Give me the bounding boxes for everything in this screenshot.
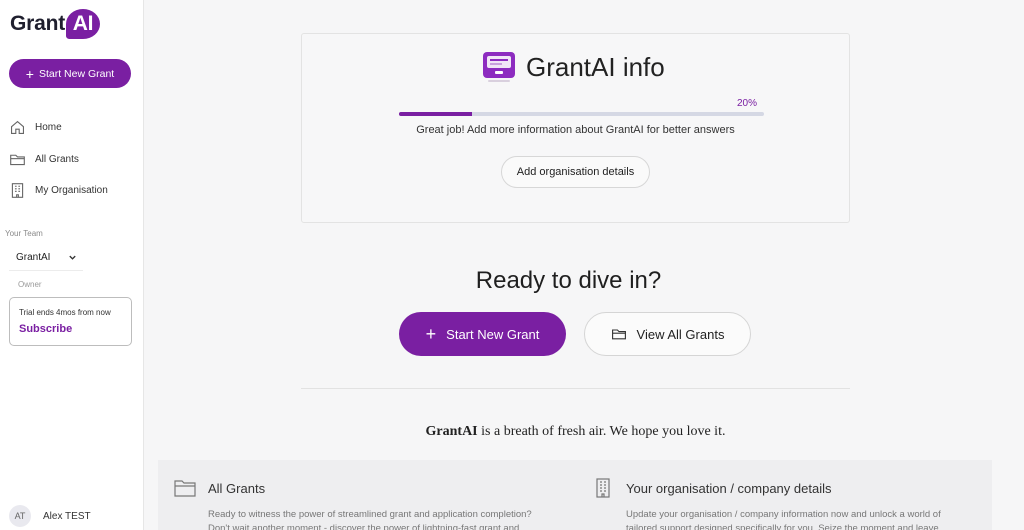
plus-icon: +: [25, 65, 34, 82]
tagline-text: is a breath of fresh air. We hope you lo…: [477, 424, 726, 439]
progress-message: Great job! Add more information about Gr…: [416, 124, 735, 136]
feature-all-grants[interactable]: All Grants Ready to witness the power of…: [174, 478, 544, 530]
feature-description: Ready to witness the power of streamline…: [208, 509, 532, 530]
feature-description: Update your organisation / company infor…: [626, 509, 941, 530]
plus-icon: +: [425, 324, 437, 344]
avatar: AT: [9, 505, 31, 527]
folder-icon: [174, 480, 196, 497]
progress-bar: [399, 112, 764, 116]
divider: [301, 388, 850, 389]
feature-organisation-details[interactable]: Your organisation / company details Upda…: [592, 478, 962, 530]
info-title: GrantAI info: [526, 51, 665, 82]
sidebar-start-new-grant-button[interactable]: + Start New Grant: [9, 59, 131, 88]
start-new-grant-label: Start New Grant: [446, 326, 540, 342]
subscribe-link[interactable]: Subscribe: [19, 323, 122, 335]
page-headline: Ready to dive in?: [475, 267, 662, 294]
team-select[interactable]: GrantAI: [9, 245, 83, 271]
feature-title: Your organisation / company details: [626, 480, 832, 496]
home-icon: [10, 121, 25, 135]
features-panel: All Grants Ready to witness the power of…: [158, 460, 992, 530]
view-all-grants-label: View All Grants: [636, 326, 725, 342]
sidebar-item-label: My Organisation: [35, 185, 108, 197]
sidebar-item-all-grants[interactable]: All Grants: [9, 144, 139, 176]
sidebar-item-label: Home: [35, 122, 62, 134]
sidebar-item-my-organisation[interactable]: My Organisation: [9, 175, 139, 207]
grantai-badge-icon: [483, 52, 515, 82]
logo-text: Grant: [10, 12, 66, 35]
org-info-card: GrantAI info 20% Great job! Add more inf…: [301, 33, 850, 223]
sidebar: Grant AI + Start New Grant Home All Grant…: [0, 0, 144, 530]
building-icon: [11, 183, 24, 199]
info-title-row: GrantAI info: [482, 51, 665, 83]
sidebar-item-home[interactable]: Home: [9, 112, 139, 144]
team-select-value: GrantAI: [16, 252, 51, 263]
building-icon: [596, 478, 610, 498]
sidebar-nav: Home All Grants My Organisation: [9, 112, 139, 207]
view-all-grants-button[interactable]: View All Grants: [584, 312, 751, 356]
user-name: Alex TEST: [43, 510, 91, 522]
sidebar-item-label: All Grants: [35, 153, 79, 165]
progress-fill: [399, 112, 472, 116]
logo-accent: AI: [66, 9, 101, 39]
progress-percent: 20%: [736, 98, 757, 109]
chevron-down-icon: [69, 255, 76, 260]
sidebar-start-label: Start New Grant: [38, 67, 115, 80]
team-role: Owner: [18, 280, 42, 289]
add-organisation-details-button[interactable]: Add organisation details: [501, 156, 650, 188]
app-logo[interactable]: Grant AI: [10, 9, 101, 39]
tagline-brand: GrantAI: [425, 424, 478, 439]
feature-header: Your organisation / company details: [592, 478, 962, 498]
user-profile[interactable]: AT Alex TEST: [9, 505, 91, 527]
tagline: GrantAI is a breath of fresh air. We hop…: [301, 424, 850, 440]
feature-title: All Grants: [208, 480, 266, 496]
team-label: Your Team: [5, 229, 43, 238]
folder-icon: [10, 154, 25, 165]
trial-box: Trial ends 4mos from now Subscribe: [9, 297, 132, 346]
start-new-grant-button[interactable]: + Start New Grant: [399, 312, 566, 356]
folder-icon: [611, 329, 626, 340]
feature-header: All Grants: [174, 478, 544, 498]
trial-text: Trial ends 4mos from now: [19, 308, 111, 317]
